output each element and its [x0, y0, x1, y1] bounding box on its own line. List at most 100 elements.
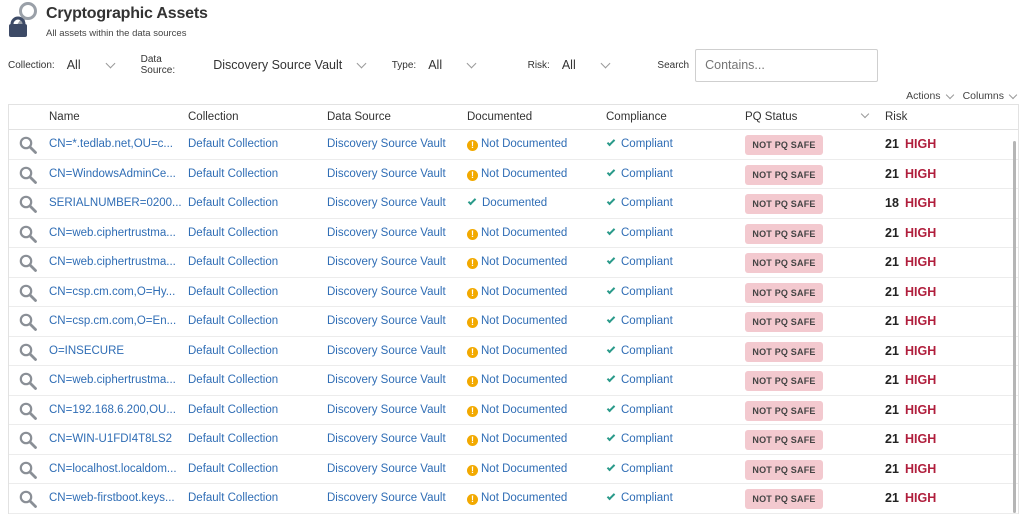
documented-status[interactable]: ! Not Documented — [467, 492, 567, 505]
asset-name-link[interactable]: CN=web-firstboot.keys... — [49, 492, 175, 504]
collection-link[interactable]: Default Collection — [188, 138, 278, 150]
table-row[interactable]: CN=WIN-U1FDI4T8LS2 Default Collection Di… — [9, 425, 1018, 455]
compliance-status[interactable]: Compliant — [606, 167, 673, 180]
table-row[interactable]: CN=192.168.6.200,OU... Default Collectio… — [9, 396, 1018, 425]
data-source-link[interactable]: Discovery Source Vault — [327, 492, 446, 504]
asset-name-link[interactable]: CN=csp.cm.com,O=En... — [49, 315, 176, 327]
asset-name-link[interactable]: CN=web.ciphertrustma... — [49, 374, 176, 386]
data-source-link[interactable]: Discovery Source Vault — [327, 197, 446, 209]
magnifier-icon[interactable] — [19, 402, 37, 420]
documented-status[interactable]: ! Not Documented — [467, 433, 567, 446]
asset-name-link[interactable]: O=INSECURE — [49, 345, 124, 357]
table-row[interactable]: CN=web.ciphertrustma... Default Collecti… — [9, 219, 1018, 248]
data-source-link[interactable]: Discovery Source Vault — [327, 345, 446, 357]
documented-status[interactable]: ! Not Documented — [467, 345, 567, 358]
risk-filter-select[interactable]: All — [562, 58, 640, 72]
magnifier-icon[interactable] — [19, 136, 37, 154]
data-source-link[interactable]: Discovery Source Vault — [327, 227, 446, 239]
compliance-status[interactable]: Compliant — [606, 373, 673, 386]
compliance-status[interactable]: Compliant — [606, 344, 673, 357]
collection-link[interactable]: Default Collection — [188, 345, 278, 357]
table-row[interactable]: CN=*.tedlab.net,OU=c... Default Collecti… — [9, 130, 1018, 160]
collection-link[interactable]: Default Collection — [188, 492, 278, 504]
data-source-link[interactable]: Discovery Source Vault — [327, 256, 446, 268]
compliance-status[interactable]: Compliant — [606, 196, 673, 209]
data-source-link[interactable]: Discovery Source Vault — [327, 433, 446, 445]
asset-name-link[interactable]: CN=localhost.localdom... — [49, 463, 177, 475]
documented-status[interactable]: ! Not Documented — [467, 227, 567, 240]
collection-link[interactable]: Default Collection — [188, 433, 278, 445]
vertical-scrollbar[interactable] — [1013, 141, 1016, 513]
column-header-collection[interactable]: Collection — [188, 111, 239, 123]
collection-link[interactable]: Default Collection — [188, 404, 278, 416]
compliance-status[interactable]: Compliant — [606, 285, 673, 298]
collection-filter-select[interactable]: All — [67, 58, 133, 72]
data-source-link[interactable]: Discovery Source Vault — [327, 168, 446, 180]
compliance-status[interactable]: Compliant — [606, 226, 673, 239]
compliance-status[interactable]: Compliant — [606, 403, 673, 416]
documented-status[interactable]: ! Not Documented — [467, 374, 567, 387]
table-row[interactable]: CN=localhost.localdom... Default Collect… — [9, 455, 1018, 484]
magnifier-icon[interactable] — [19, 431, 37, 449]
data-source-link[interactable]: Discovery Source Vault — [327, 286, 446, 298]
table-row[interactable]: CN=csp.cm.com,O=En... Default Collection… — [9, 307, 1018, 337]
collection-link[interactable]: Default Collection — [188, 315, 278, 327]
asset-name-link[interactable]: CN=192.168.6.200,OU... — [49, 404, 176, 416]
asset-name-link[interactable]: CN=csp.cm.com,O=Hy... — [49, 286, 175, 298]
documented-status[interactable]: ! Not Documented — [467, 138, 567, 151]
asset-name-link[interactable]: CN=WindowsAdminCe... — [49, 168, 176, 180]
collection-link[interactable]: Default Collection — [188, 197, 278, 209]
documented-status[interactable]: ! Not Documented — [467, 315, 567, 328]
asset-name-link[interactable]: CN=*.tedlab.net,OU=c... — [49, 138, 173, 150]
column-header-documented[interactable]: Documented — [467, 111, 532, 123]
magnifier-icon[interactable] — [19, 343, 37, 361]
asset-name-link[interactable]: CN=web.ciphertrustma... — [49, 256, 176, 268]
datasource-filter-select[interactable]: Discovery Source Vault — [213, 58, 389, 72]
type-filter-select[interactable]: All — [428, 58, 511, 72]
documented-status[interactable]: ! Not Documented — [467, 168, 567, 181]
table-row[interactable]: CN=web-firstboot.keys... Default Collect… — [9, 484, 1018, 514]
column-header-name[interactable]: Name — [49, 111, 80, 123]
documented-status[interactable]: Documented — [467, 196, 547, 209]
data-source-link[interactable]: Discovery Source Vault — [327, 374, 446, 386]
column-header-risk[interactable]: Risk — [885, 111, 907, 123]
compliance-status[interactable]: Compliant — [606, 462, 673, 475]
magnifier-icon[interactable] — [19, 490, 37, 508]
data-source-link[interactable]: Discovery Source Vault — [327, 315, 446, 327]
documented-status[interactable]: ! Not Documented — [467, 404, 567, 417]
magnifier-icon[interactable] — [19, 461, 37, 479]
collection-link[interactable]: Default Collection — [188, 168, 278, 180]
collection-link[interactable]: Default Collection — [188, 463, 278, 475]
documented-status[interactable]: ! Not Documented — [467, 463, 567, 476]
data-source-link[interactable]: Discovery Source Vault — [327, 404, 446, 416]
column-header-pq-status[interactable]: PQ Status — [745, 111, 797, 123]
column-header-data-source[interactable]: Data Source — [327, 111, 391, 123]
table-row[interactable]: O=INSECURE Default Collection Discovery … — [9, 337, 1018, 366]
magnifier-icon[interactable] — [19, 254, 37, 272]
actions-menu-button[interactable]: Actions — [906, 90, 954, 102]
columns-menu-button[interactable]: Columns — [963, 90, 1018, 102]
collection-link[interactable]: Default Collection — [188, 256, 278, 268]
asset-name-link[interactable]: CN=WIN-U1FDI4T8LS2 — [49, 433, 172, 445]
magnifier-icon[interactable] — [19, 284, 37, 302]
documented-status[interactable]: ! Not Documented — [467, 286, 567, 299]
table-row[interactable]: CN=csp.cm.com,O=Hy... Default Collection… — [9, 278, 1018, 307]
collection-link[interactable]: Default Collection — [188, 286, 278, 298]
table-row[interactable]: SERIALNUMBER=0200... Default Collection … — [9, 189, 1018, 219]
compliance-status[interactable]: Compliant — [606, 491, 673, 504]
asset-name-link[interactable]: CN=web.ciphertrustma... — [49, 227, 176, 239]
column-header-compliance[interactable]: Compliance — [606, 111, 667, 123]
compliance-status[interactable]: Compliant — [606, 255, 673, 268]
search-input[interactable] — [695, 48, 878, 82]
data-source-link[interactable]: Discovery Source Vault — [327, 463, 446, 475]
compliance-status[interactable]: Compliant — [606, 314, 673, 327]
table-row[interactable]: CN=WindowsAdminCe... Default Collection … — [9, 160, 1018, 189]
collection-link[interactable]: Default Collection — [188, 227, 278, 239]
magnifier-icon[interactable] — [19, 372, 37, 390]
table-row[interactable]: CN=web.ciphertrustma... Default Collecti… — [9, 248, 1018, 278]
magnifier-icon[interactable] — [19, 313, 37, 331]
table-row[interactable]: CN=web.ciphertrustma... Default Collecti… — [9, 366, 1018, 396]
compliance-status[interactable]: Compliant — [606, 432, 673, 445]
collection-link[interactable]: Default Collection — [188, 374, 278, 386]
magnifier-icon[interactable] — [19, 225, 37, 243]
